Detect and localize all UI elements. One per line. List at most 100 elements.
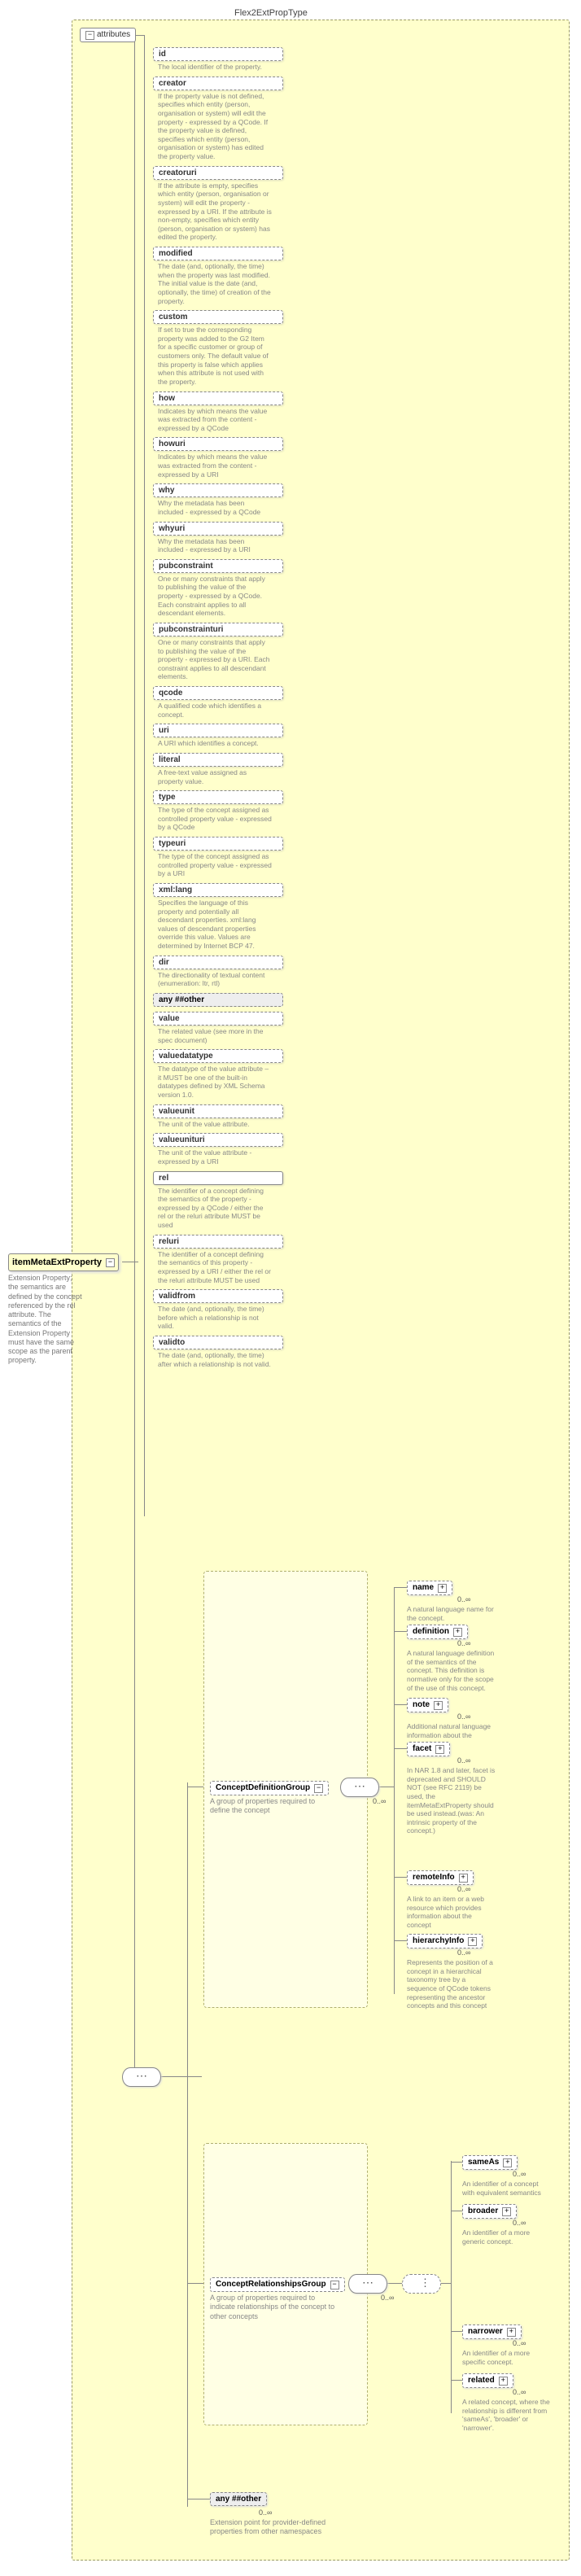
any-desc: Extension point for provider-defined pro…: [210, 2518, 332, 2537]
plus-icon: +: [459, 1874, 468, 1883]
elem-related[interactable]: related+: [462, 2373, 513, 2388]
attr-desc: The type of the concept assigned as cont…: [153, 851, 273, 883]
elem-desc: An identifier of a concept with equivale…: [462, 2180, 552, 2197]
attr-desc: The unit of the value attribute - expres…: [153, 1147, 273, 1170]
attr-desc: The datatype of the value attribute – it…: [153, 1063, 273, 1104]
plus-icon: +: [499, 2377, 508, 2386]
attr-whyuri: whyuri: [153, 522, 283, 536]
attr-desc: The identifier of a concept defining the…: [153, 1249, 273, 1290]
attr-desc: The directionality of textual content (e…: [153, 969, 273, 993]
attr-rel: rel: [153, 1171, 283, 1185]
attr-pubconstrainturi: pubconstrainturi: [153, 623, 283, 636]
attr-howuri: howuri: [153, 437, 283, 451]
any-element: any ##other: [210, 2492, 267, 2506]
attr-pubconstraint: pubconstraint: [153, 559, 283, 573]
minus-icon: −: [106, 1258, 115, 1267]
elem-desc: An identifier of a more specific concept…: [462, 2349, 552, 2366]
attr-desc: The unit of the value attribute.: [153, 1118, 273, 1134]
attr-desc: Indicates by which means the value was e…: [153, 405, 273, 438]
attr-type: type: [153, 790, 283, 804]
plus-icon: +: [503, 2158, 512, 2167]
elem-hierarchyInfo[interactable]: hierarchyInfo+: [407, 1934, 483, 1948]
elem-desc: A related concept, where the relationshi…: [462, 2398, 552, 2433]
plus-icon: +: [502, 2207, 511, 2216]
choice-compositor: [402, 2274, 441, 2294]
elem-desc: A natural language definition of the sem…: [407, 1649, 496, 1692]
attributes-box: −attributes: [80, 28, 136, 42]
attr-desc: A URI which identifies a concept.: [153, 737, 273, 753]
root-element[interactable]: itemMetaExtProperty−: [8, 1253, 119, 1271]
plus-icon: +: [435, 1745, 444, 1754]
attr-dir: dir: [153, 956, 283, 969]
attr-desc: The date (and, optionally, the time) whe…: [153, 260, 273, 310]
elem-desc: A link to an item or a web resource whic…: [407, 1895, 496, 1930]
plus-icon: +: [438, 1584, 447, 1593]
sequence-compositor: [348, 2274, 387, 2294]
elem-note[interactable]: note+: [407, 1698, 448, 1712]
plus-icon: +: [453, 1628, 462, 1637]
attr-modified: modified: [153, 247, 283, 260]
minus-icon: −: [85, 31, 94, 40]
cardinality: 0..∞: [457, 1948, 470, 1957]
sequence-compositor: [122, 2067, 161, 2087]
attr-any: any ##other: [153, 993, 283, 1007]
minus-icon: −: [330, 2281, 339, 2290]
plus-icon: +: [468, 1937, 477, 1946]
type-title: Flex2ExtPropType: [234, 8, 308, 18]
elem-remoteInfo[interactable]: remoteInfo+: [407, 1870, 474, 1885]
cardinality: 0..∞: [457, 1712, 470, 1721]
attr-desc: The type of the concept assigned as cont…: [153, 804, 273, 837]
group-rel-label[interactable]: ConceptRelationshipsGroup−: [210, 2277, 345, 2292]
elem-broader[interactable]: broader+: [462, 2204, 517, 2219]
cardinality: 0..∞: [513, 2219, 526, 2227]
attr-how: how: [153, 391, 283, 405]
elem-definition[interactable]: definition+: [407, 1625, 468, 1639]
cardinality: 0..∞: [373, 1797, 386, 1805]
attr-id: id: [153, 47, 283, 61]
attr-valueunit: valueunit: [153, 1104, 283, 1118]
elem-desc: In NAR 1.8 and later, facet is deprecate…: [407, 1766, 496, 1835]
attr-qcode: qcode: [153, 686, 283, 700]
attr-valuedatatype: valuedatatype: [153, 1049, 283, 1063]
elem-sameAs[interactable]: sameAs+: [462, 2155, 518, 2170]
elem-name[interactable]: name+: [407, 1581, 452, 1595]
attr-desc: A qualified code which identifies a conc…: [153, 700, 273, 724]
attr-why: why: [153, 483, 283, 497]
elem-facet[interactable]: facet+: [407, 1742, 450, 1756]
cardinality: 0..∞: [513, 2388, 526, 2396]
cardinality: 0..∞: [513, 2339, 526, 2347]
attr-desc: Indicates by which means the value was e…: [153, 451, 273, 483]
attr-desc: The date (and, optionally, the time) aft…: [153, 1349, 273, 1373]
attr-custom: custom: [153, 310, 283, 324]
plus-icon: +: [507, 2328, 516, 2337]
attr-desc: The date (and, optionally, the time) bef…: [153, 1303, 273, 1336]
sequence-compositor: [340, 1778, 379, 1797]
attr-desc: Why the metadata has been included - exp…: [153, 536, 273, 559]
attr-validfrom: validfrom: [153, 1289, 283, 1303]
elem-desc: Represents the position of a concept in …: [407, 1958, 496, 2010]
group-def-desc: A group of properties required to define…: [210, 1797, 332, 1816]
attr-reluri: reluri: [153, 1235, 283, 1249]
attr-validto: validto: [153, 1336, 283, 1349]
attribute-list: idThe local identifier of the property. c…: [153, 47, 283, 1373]
attr-desc: The local identifier of the property.: [153, 61, 273, 77]
attr-desc: The related value (see more in the spec …: [153, 1026, 273, 1049]
attr-uri: uri: [153, 724, 283, 737]
attr-typeuri: typeuri: [153, 837, 283, 851]
attr-xml-lang: xml:lang: [153, 883, 283, 897]
cardinality: 0..∞: [457, 1885, 470, 1893]
attr-desc: Why the metadata has been included - exp…: [153, 497, 273, 521]
cardinality: 0..∞: [259, 2508, 272, 2517]
group-def-label[interactable]: ConceptDefinitionGroup−: [210, 1781, 329, 1795]
elem-narrower[interactable]: narrower+: [462, 2325, 522, 2339]
cardinality: 0..∞: [513, 2170, 526, 2178]
attr-value: value: [153, 1012, 283, 1026]
attr-desc: A free-text value assigned as property v…: [153, 767, 273, 790]
attr-desc: One or many constraints that apply to pu…: [153, 573, 273, 623]
attr-desc: If set to true the corresponding propert…: [153, 324, 273, 391]
attr-desc: Specifies the language of this property …: [153, 897, 273, 956]
attr-desc: One or many constraints that apply to pu…: [153, 636, 273, 686]
attr-valueunituri: valueunituri: [153, 1133, 283, 1147]
cardinality: 0..∞: [457, 1595, 470, 1603]
cardinality: 0..∞: [381, 2294, 394, 2302]
